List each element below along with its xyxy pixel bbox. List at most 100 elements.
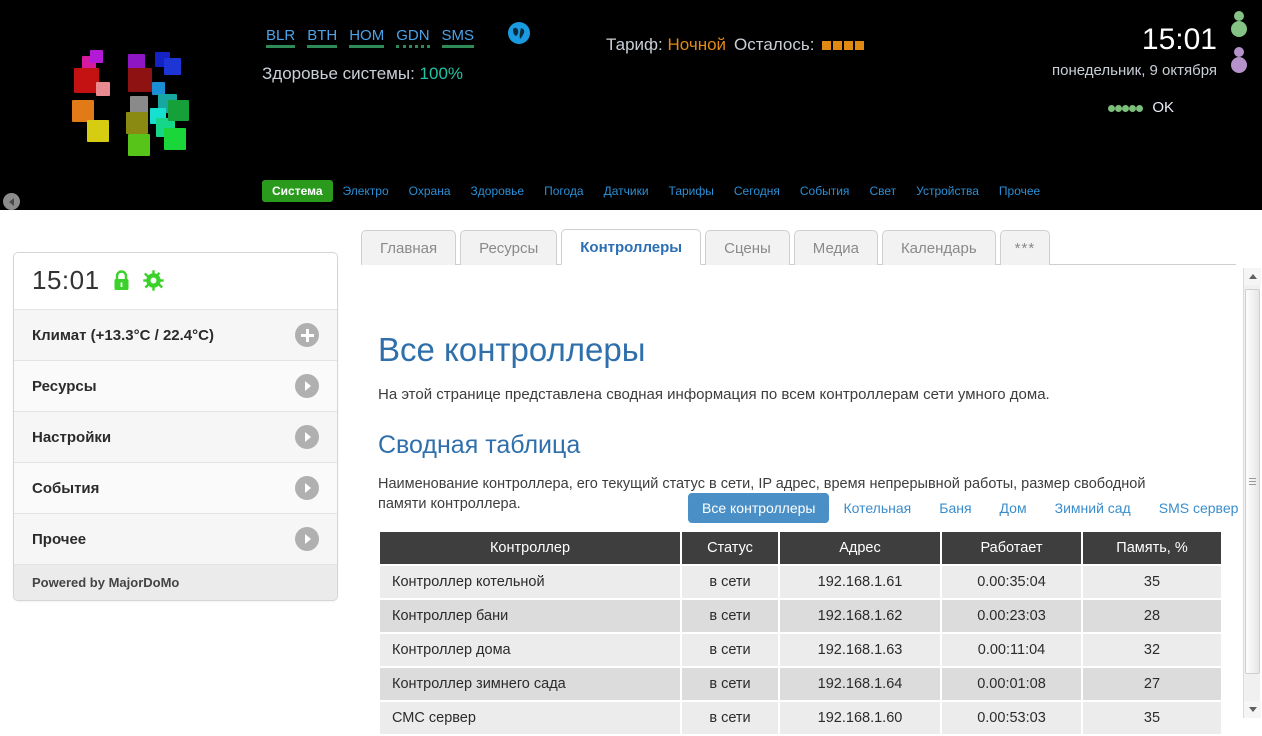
- nav-item-4[interactable]: Погода: [534, 181, 594, 201]
- system-health-value: 100%: [420, 64, 463, 83]
- scroll-up-button[interactable]: [1244, 268, 1261, 285]
- caret-up-icon: [1249, 274, 1257, 279]
- chevron-right-icon[interactable]: [295, 374, 319, 398]
- table-cell: 27: [1083, 668, 1221, 700]
- table-cell: 35: [1083, 566, 1221, 598]
- table-cell: Контроллер бани: [380, 600, 680, 632]
- tab-4[interactable]: Медиа: [794, 230, 878, 265]
- lock-icon[interactable]: [112, 270, 131, 291]
- nav-item-3[interactable]: Здоровье: [461, 181, 535, 201]
- vertical-scrollbar[interactable]: [1243, 268, 1260, 718]
- remaining-block: [822, 41, 831, 50]
- tab-2[interactable]: Контроллеры: [561, 229, 701, 265]
- sidebar-row-label: Климат (+13.3°C / 22.4°C): [32, 327, 214, 344]
- shortcut-link-hom[interactable]: HOM: [349, 28, 384, 48]
- tab-bar[interactable]: ГлавнаяРесурсыКонтроллерыСценыМедиаКален…: [361, 223, 1236, 265]
- nav-item-11[interactable]: Прочее: [989, 181, 1050, 201]
- sidebar-row-label: Настройки: [32, 429, 111, 446]
- nav-item-9[interactable]: Свет: [859, 181, 906, 201]
- table-row: Контроллер банив сети192.168.1.620.00:23…: [380, 600, 1221, 632]
- header-time: 15:01: [1052, 24, 1217, 56]
- add-icon[interactable]: [295, 323, 319, 347]
- table-cell: Контроллер котельной: [380, 566, 680, 598]
- table-cell: СМС сервер: [380, 702, 680, 734]
- table-cell: 192.168.1.64: [780, 668, 940, 700]
- logo-cube: [72, 100, 94, 122]
- sidebar-time: 15:01: [32, 265, 100, 296]
- table-cell: Контроллер дома: [380, 634, 680, 666]
- table-cell: в сети: [682, 702, 778, 734]
- table-column-header: Статус: [682, 532, 778, 564]
- table-cell: в сети: [682, 600, 778, 632]
- chevron-left-icon: [9, 198, 14, 206]
- scrollbar-thumb[interactable]: [1245, 289, 1260, 674]
- tab-3[interactable]: Сцены: [705, 230, 790, 265]
- status-dots: [1108, 99, 1143, 116]
- status-dot: [1129, 105, 1136, 112]
- gear-icon[interactable]: [143, 270, 164, 291]
- logo-cube: [96, 82, 110, 96]
- scroll-down-button[interactable]: [1244, 701, 1261, 718]
- table-cell: 192.168.1.63: [780, 634, 940, 666]
- table-row: Контроллер зимнего садав сети192.168.1.6…: [380, 668, 1221, 700]
- tab-6[interactable]: ***: [1000, 230, 1051, 265]
- remaining-blocks: [822, 41, 864, 50]
- person-icon-green[interactable]: [1228, 8, 1250, 38]
- shortcut-link-sms[interactable]: SMS: [442, 28, 475, 48]
- shortcut-links[interactable]: BLR BTH HOM GDN SMS: [266, 28, 474, 48]
- logo-cube: [90, 50, 103, 63]
- shortcut-link-gdn[interactable]: GDN: [396, 28, 429, 48]
- chevron-right-icon[interactable]: [295, 476, 319, 500]
- page-title: Все контроллеры: [378, 330, 1223, 370]
- status-dot: [1122, 105, 1129, 112]
- main-content: Все контроллеры На этой странице предста…: [378, 330, 1223, 736]
- status-dot: [1115, 105, 1122, 112]
- tab-5[interactable]: Календарь: [882, 230, 996, 265]
- tariff-value: Ночной: [667, 35, 726, 54]
- main-navigation[interactable]: СистемаЭлектроОхранаЗдоровьеПогодаДатчик…: [262, 180, 1050, 202]
- chevron-right-icon[interactable]: [295, 527, 319, 551]
- table-cell: 35: [1083, 702, 1221, 734]
- tab-1[interactable]: Ресурсы: [460, 230, 557, 265]
- sidebar-row-label: События: [32, 480, 99, 497]
- collapse-panel-button[interactable]: [3, 193, 20, 210]
- nav-item-6[interactable]: Тарифы: [659, 181, 724, 201]
- caret-down-icon: [1249, 707, 1257, 712]
- nav-item-7[interactable]: Сегодня: [724, 181, 790, 201]
- nav-item-8[interactable]: События: [790, 181, 860, 201]
- sidebar-row-1[interactable]: Ресурсы: [14, 361, 337, 412]
- nav-item-1[interactable]: Электро: [333, 181, 399, 201]
- sidebar-row-4[interactable]: Прочее: [14, 514, 337, 565]
- section-title: Сводная таблица: [378, 431, 1223, 460]
- shortcut-link-blr[interactable]: BLR: [266, 28, 295, 48]
- tab-0[interactable]: Главная: [361, 230, 456, 265]
- globe-icon[interactable]: [506, 20, 532, 46]
- table-column-header: Адрес: [780, 532, 940, 564]
- section-description: Наименование контроллера, его текущий ст…: [378, 474, 1168, 514]
- app-logo: [60, 30, 200, 170]
- table-column-header: Работает: [942, 532, 1081, 564]
- sidebar-rows: Климат (+13.3°C / 22.4°C) Ресурсы Настройк…: [14, 310, 337, 565]
- person-icon-purple[interactable]: [1228, 44, 1250, 74]
- sidebar-row-0[interactable]: Климат (+13.3°C / 22.4°C): [14, 310, 337, 361]
- table-cell: 0.00:11:04: [942, 634, 1081, 666]
- sidebar-row-3[interactable]: События: [14, 463, 337, 514]
- chevron-right-icon[interactable]: [295, 425, 319, 449]
- table-row: СМС серверв сети192.168.1.600.00:53:0335: [380, 702, 1221, 734]
- page-lead-text: На этой странице представлена сводная ин…: [378, 386, 1223, 403]
- table-column-header: Память, %: [1083, 532, 1221, 564]
- sidebar-row-2[interactable]: Настройки: [14, 412, 337, 463]
- nav-item-0[interactable]: Система: [262, 180, 333, 202]
- nav-item-5[interactable]: Датчики: [594, 181, 659, 201]
- nav-item-2[interactable]: Охрана: [399, 181, 461, 201]
- table-column-header: Контроллер: [380, 532, 680, 564]
- nav-item-10[interactable]: Устройства: [906, 181, 989, 201]
- sidebar-row-label: Ресурсы: [32, 378, 97, 395]
- remaining-label: Осталось:: [734, 35, 814, 55]
- table-cell: 28: [1083, 600, 1221, 632]
- header-date: понедельник, 9 октября: [1052, 62, 1217, 79]
- table-cell: в сети: [682, 668, 778, 700]
- table-cell: 32: [1083, 634, 1221, 666]
- status-indicator: OK: [1108, 99, 1174, 116]
- shortcut-link-bth[interactable]: BTH: [307, 28, 337, 48]
